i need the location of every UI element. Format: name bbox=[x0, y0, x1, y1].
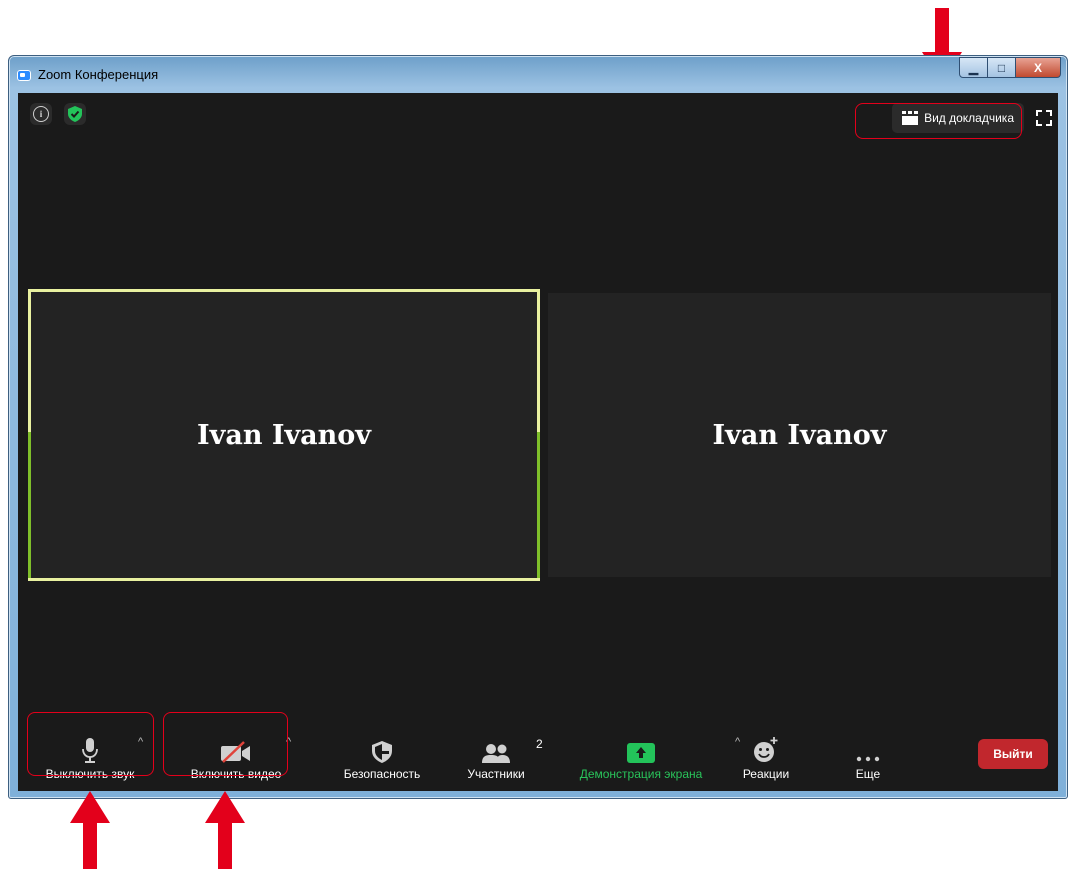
more-dots-icon bbox=[856, 756, 880, 762]
more-button[interactable]: Еще bbox=[838, 737, 898, 781]
more-label: Еще bbox=[855, 767, 881, 781]
video-tile[interactable]: Ivan Ivanov bbox=[548, 293, 1051, 577]
security-button[interactable]: Безопасность bbox=[332, 737, 432, 781]
reactions-button[interactable]: Реакции bbox=[734, 737, 798, 781]
shield-check-icon bbox=[68, 106, 82, 122]
title-bar: Zoom Конференция ▁ □ X bbox=[9, 56, 1067, 94]
close-button[interactable]: X bbox=[1015, 57, 1061, 78]
annotation-arrow-up-mute bbox=[70, 791, 110, 869]
annotation-box-mute bbox=[27, 712, 154, 776]
meeting-info-button[interactable]: i bbox=[30, 103, 52, 125]
smiley-plus-icon bbox=[754, 737, 778, 762]
annotation-box-video bbox=[163, 712, 288, 776]
annotation-arrow-up-video bbox=[205, 791, 245, 869]
annotation-box-speaker-view bbox=[855, 103, 1022, 139]
leave-button[interactable]: Выйти bbox=[978, 739, 1048, 769]
participants-count: 2 bbox=[536, 737, 543, 751]
fullscreen-icon[interactable] bbox=[1036, 110, 1052, 126]
share-label: Демонстрация экрана bbox=[579, 767, 703, 781]
meeting-info-icons: i bbox=[30, 103, 86, 125]
security-icon-wrap bbox=[372, 737, 392, 763]
participants-button[interactable]: 2 Участники bbox=[456, 737, 543, 781]
shield-icon bbox=[372, 741, 392, 763]
minimize-button[interactable]: ▁ bbox=[959, 57, 988, 78]
participant-name: Ivan Ivanov bbox=[197, 419, 371, 451]
security-label: Безопасность bbox=[343, 767, 421, 781]
caption-buttons: ▁ □ X bbox=[959, 57, 1061, 79]
zoom-window: Zoom Конференция ▁ □ X i Вид докладчика … bbox=[8, 55, 1068, 799]
info-icon: i bbox=[33, 106, 49, 122]
reactions-icon-wrap bbox=[753, 737, 779, 763]
window-title: Zoom Конференция bbox=[38, 67, 159, 82]
participants-icon bbox=[482, 744, 510, 763]
participants-label: Участники bbox=[467, 767, 525, 781]
share-icon-wrap: ^ bbox=[627, 736, 740, 763]
encryption-button[interactable] bbox=[64, 103, 86, 125]
maximize-button[interactable]: □ bbox=[987, 57, 1016, 78]
share-screen-icon bbox=[627, 743, 655, 763]
video-tile-active[interactable]: Ivan Ivanov bbox=[28, 289, 540, 581]
more-icon-wrap bbox=[856, 737, 880, 763]
meeting-area: i Вид докладчика Ivan Ivanov Ivan Ivanov… bbox=[18, 93, 1058, 791]
reactions-label: Реакции bbox=[742, 767, 790, 781]
share-screen-button[interactable]: ^ Демонстрация экрана bbox=[566, 736, 740, 781]
participant-name: Ivan Ivanov bbox=[712, 419, 887, 451]
participants-icon-wrap: 2 bbox=[482, 737, 543, 763]
zoom-app-icon bbox=[17, 70, 31, 81]
